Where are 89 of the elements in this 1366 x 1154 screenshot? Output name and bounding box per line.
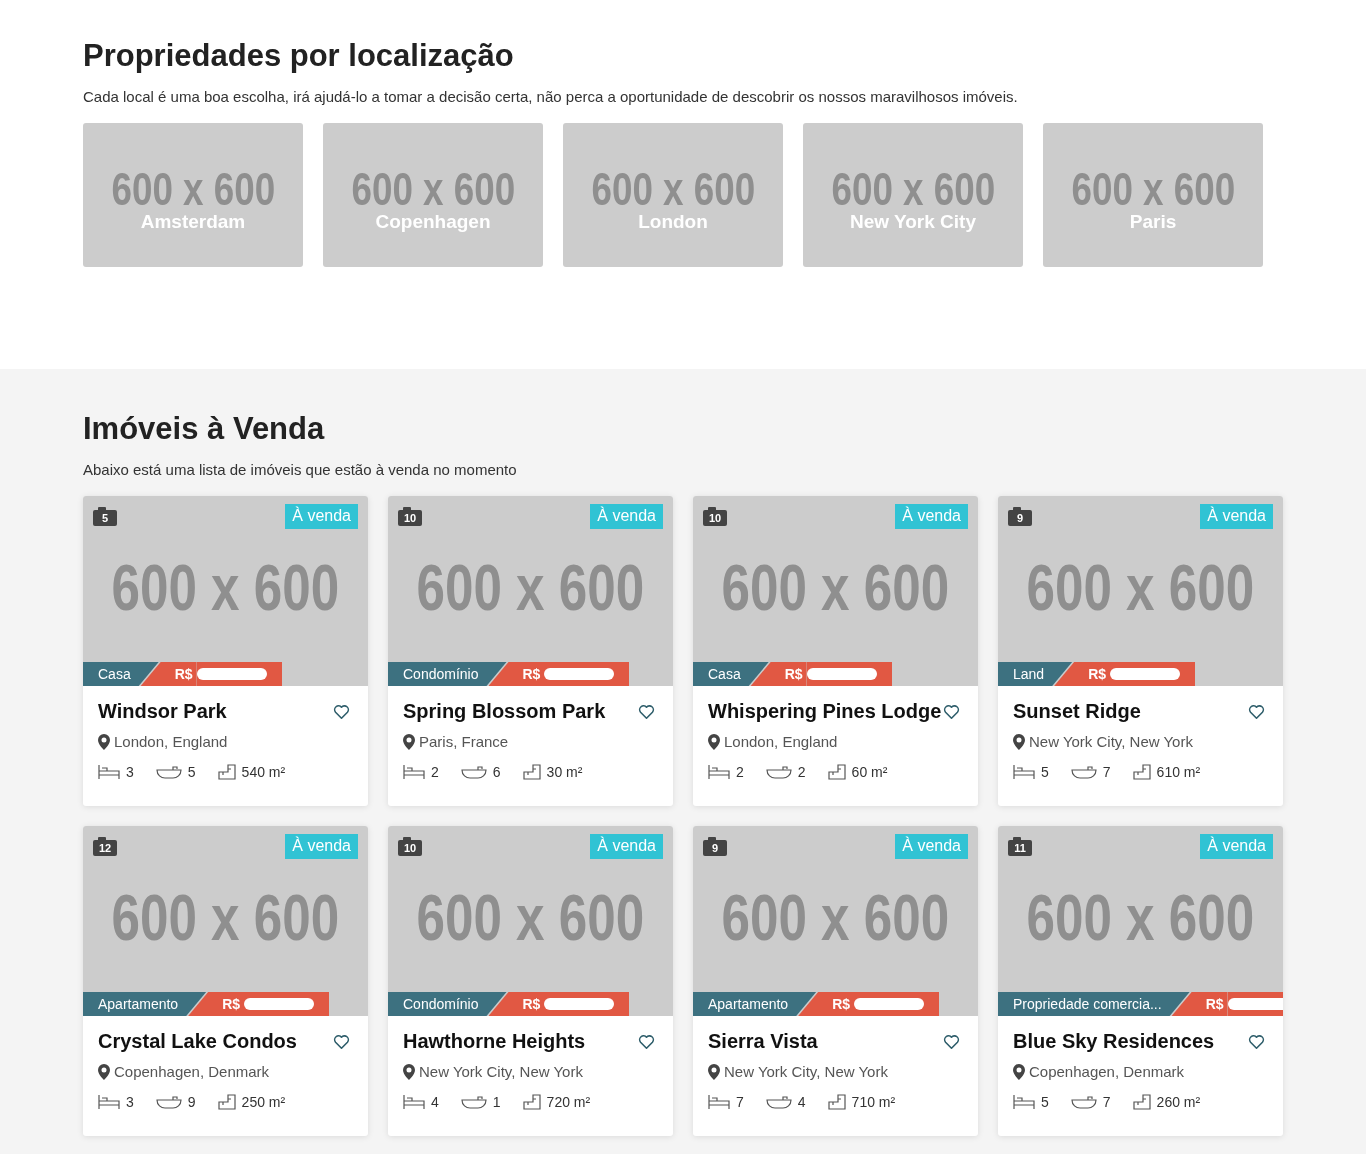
placeholder-text: 600 x 600 (831, 167, 995, 211)
bathroom-count: 1 (492, 1094, 501, 1110)
bedroom-count: 3 (126, 764, 134, 780)
camera-icon: 10 (703, 510, 727, 526)
property-card[interactable]: 9 À venda 600 x 600 Apartamento R$ Sierra Vista New York City, New York 7 4 710 m² (693, 826, 978, 1136)
bathroom-count: 4 (797, 1094, 806, 1110)
status-badge: À venda (1200, 834, 1273, 859)
property-name: Sierra Vista (708, 1030, 818, 1053)
camera-icon: 9 (703, 840, 727, 856)
bedroom-count: 2 (736, 764, 744, 780)
property-location: Copenhagen, Denmark (1029, 1063, 1185, 1080)
area-value: 610 m² (1156, 764, 1201, 780)
placeholder-text: 600 x 600 (721, 881, 950, 955)
area-value: 60 m² (851, 764, 888, 780)
bedroom-count: 5 (1041, 1094, 1049, 1110)
status-badge: À venda (285, 504, 358, 529)
placeholder-text: 600 x 600 (416, 881, 645, 955)
area-value: 260 m² (1156, 1094, 1201, 1110)
status-badge: À venda (285, 834, 358, 859)
property-name: Sunset Ridge (1013, 700, 1141, 723)
area-value: 710 m² (851, 1094, 896, 1110)
property-name: Hawthorne Heights (403, 1030, 586, 1053)
area-value: 30 m² (546, 764, 583, 780)
property-card[interactable]: 9 À venda 600 x 600 Land R$ Sunset Ridge New York City, New York 5 7 610 m² (998, 496, 1283, 806)
property-location: New York City, New York (419, 1063, 583, 1080)
bedroom-count: 7 (736, 1094, 744, 1110)
property-card[interactable]: 10 À venda 600 x 600 Condomínio R$ Spring Blossom Park Paris, France 2 6 30 m² (388, 496, 673, 806)
property-location: Copenhagen, Denmark (114, 1063, 270, 1080)
area-value: 250 m² (241, 1094, 286, 1110)
placeholder-text: 600 x 600 (1026, 551, 1255, 625)
property-location: London, England (724, 733, 838, 750)
property-name: Crystal Lake Condos (98, 1030, 297, 1053)
property-name: Whispering Pines Lodge (708, 700, 942, 723)
bedroom-count: 2 (431, 764, 439, 780)
status-badge: À venda (895, 834, 968, 859)
placeholder-text: 600 x 600 (416, 551, 645, 625)
property-location: Paris, France (419, 733, 509, 750)
type-label: Condomínio (388, 662, 507, 686)
type-label: Casa (693, 662, 769, 686)
type-label: Land (998, 662, 1073, 686)
area-value: 720 m² (546, 1094, 591, 1110)
placeholder-text: 600 x 600 (111, 881, 340, 955)
bathroom-count: 2 (797, 764, 806, 780)
bathroom-count: 7 (1102, 1094, 1111, 1110)
property-location: London, England (114, 733, 228, 750)
camera-icon: 5 (93, 510, 117, 526)
status-badge: À venda (590, 834, 663, 859)
bedroom-count: 5 (1041, 764, 1049, 780)
placeholder-text: 600 x 600 (111, 551, 340, 625)
property-location: New York City, New York (724, 1063, 888, 1080)
placeholder-text: 600 x 600 (111, 167, 275, 211)
area-value: 540 m² (241, 764, 286, 780)
section-subtitle: Abaixo está uma lista de imóveis que estão à venda no momento (83, 461, 518, 478)
bedroom-count: 3 (126, 1094, 134, 1110)
property-card[interactable]: 10 À venda 600 x 600 Casa R$ Whispering Pines Lodge London, England 2 2 60 m² (693, 496, 978, 806)
placeholder-text: 600 x 600 (1071, 167, 1235, 211)
placeholder-text: 600 x 600 (351, 167, 515, 211)
type-label: Apartamento (693, 992, 817, 1016)
bathroom-count: 6 (492, 764, 501, 780)
bathroom-count: 5 (187, 764, 196, 780)
type-label: Propriedade comercia... (998, 992, 1190, 1016)
camera-icon: 11 (1008, 840, 1032, 856)
placeholder-text: 600 x 600 (721, 551, 950, 625)
camera-icon: 10 (398, 840, 422, 856)
status-badge: À venda (895, 504, 968, 529)
status-badge: À venda (1200, 504, 1273, 529)
placeholder-text: 600 x 600 (591, 167, 755, 211)
type-label: Apartamento (83, 992, 207, 1016)
property-card[interactable]: 5 À venda 600 x 600 Casa R$ Windsor Park London, England 3 5 540 m² (83, 496, 368, 806)
section-title: Propriedades por localização (83, 37, 515, 75)
bedroom-count: 4 (431, 1094, 439, 1110)
property-name: Windsor Park (98, 700, 227, 723)
bathroom-count: 9 (187, 1094, 196, 1110)
property-card[interactable]: 10 À venda 600 x 600 Condomínio R$ Hawthorne Heights New York City, New York 4 1 720 m² (388, 826, 673, 1136)
property-name: Blue Sky Residences (1013, 1030, 1215, 1053)
section-subtitle: Cada local é uma boa escolha, irá ajudá-lo a tomar a decisão certa, não perca a oportunidade de descobrir os nossos maravilhosos imóveis. (83, 88, 1019, 105)
property-card[interactable]: 11 À venda 600 x 600 Propriedade comercia... R$ Blue Sky Residences Copenhagen, Denmark 5 7 260 m² (998, 826, 1283, 1136)
property-name: Spring Blossom Park (403, 700, 606, 723)
camera-icon: 12 (93, 840, 117, 856)
type-label: Casa (83, 662, 159, 686)
property-card[interactable]: 12 À venda 600 x 600 Apartamento R$ Crystal Lake Condos Copenhagen, Denmark 3 9 250 m² (83, 826, 368, 1136)
placeholder-text: 600 x 600 (1026, 881, 1255, 955)
section-title: Imóveis à Venda (83, 410, 326, 448)
property-location: New York City, New York (1029, 733, 1193, 750)
bathroom-count: 7 (1102, 764, 1111, 780)
type-label: Condomínio (388, 992, 507, 1016)
camera-icon: 10 (398, 510, 422, 526)
status-badge: À venda (590, 504, 663, 529)
camera-icon: 9 (1008, 510, 1032, 526)
